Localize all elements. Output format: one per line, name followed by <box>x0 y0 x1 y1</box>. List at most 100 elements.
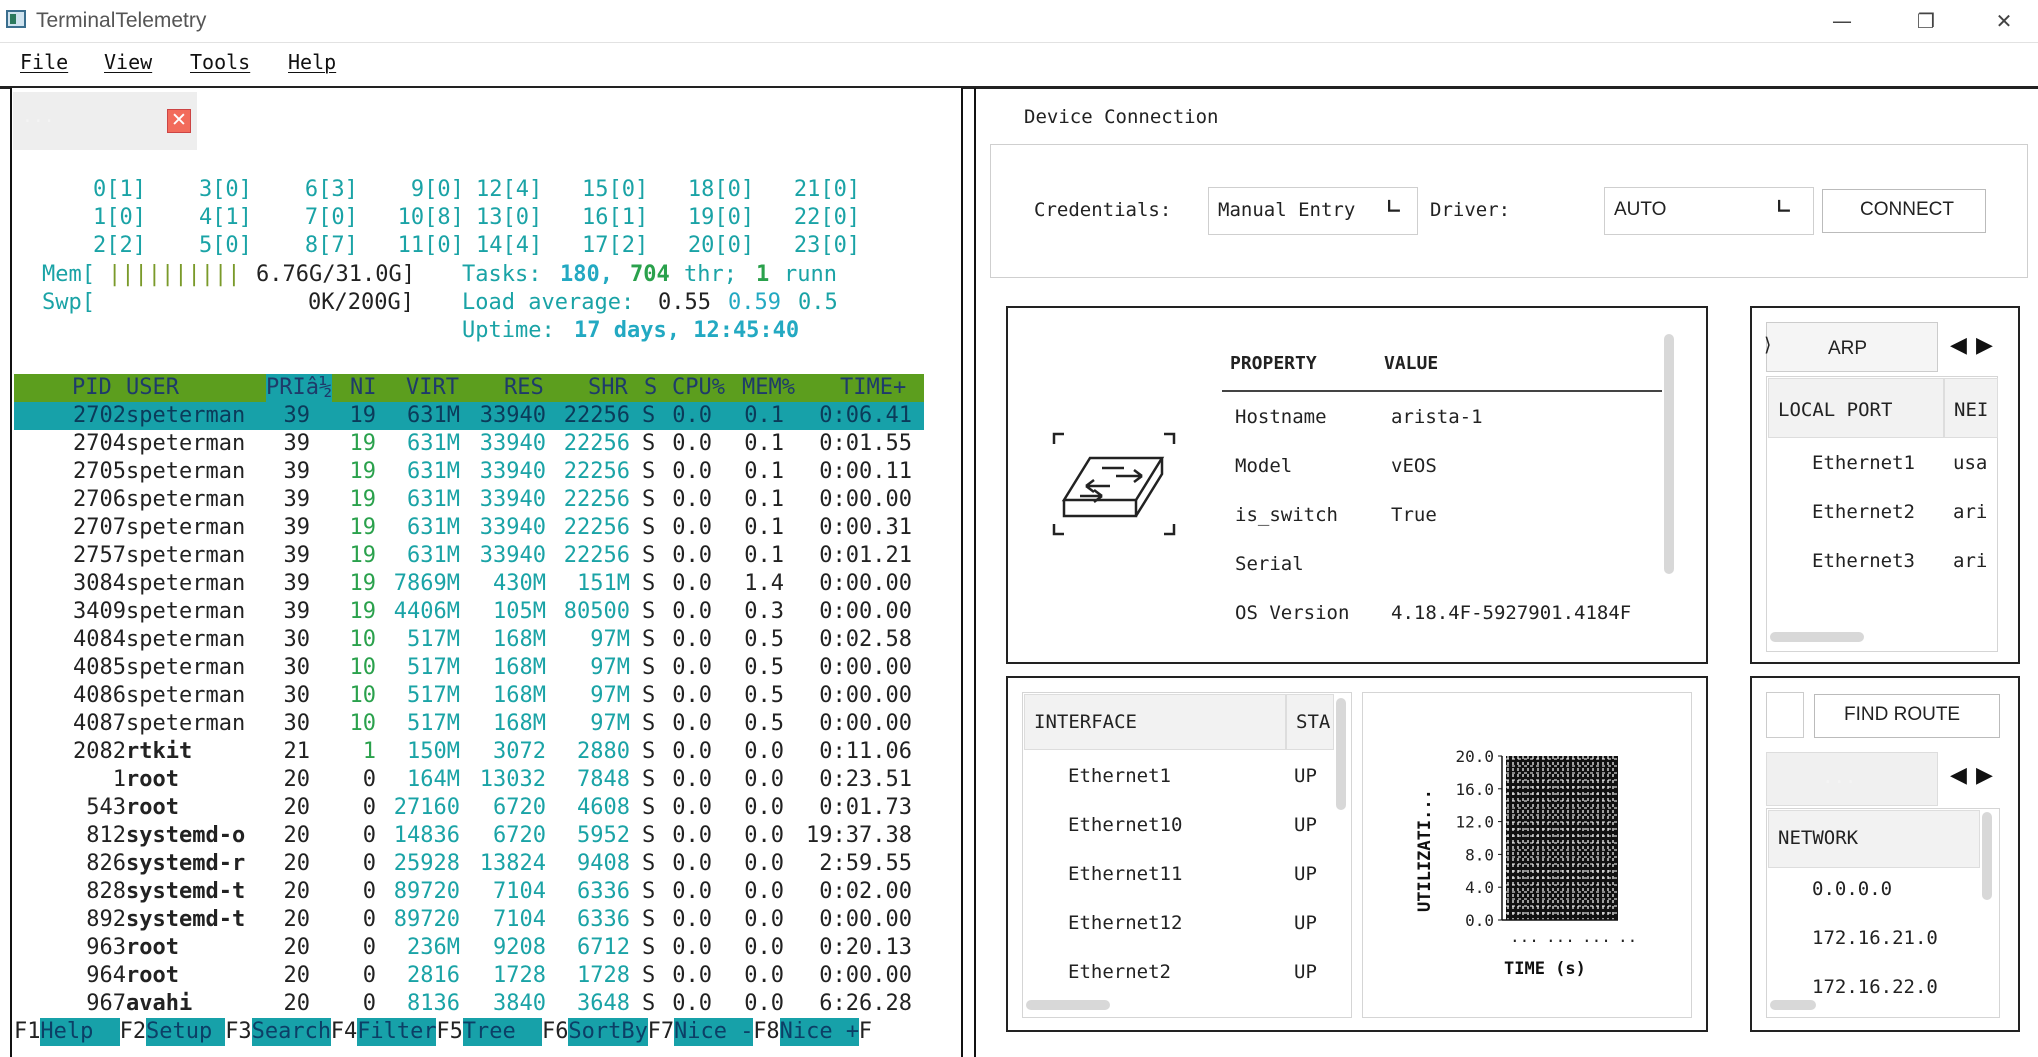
arp-local-port[interactable]: Ethernet1 <box>1812 452 1915 474</box>
table-cell: 19 <box>349 515 377 540</box>
route-network[interactable]: 172.16.22.0 <box>1812 976 1938 998</box>
interface-name[interactable]: Ethernet12 <box>1068 912 1182 934</box>
menu-view[interactable]: View <box>104 50 152 74</box>
table-cell: 963 <box>86 935 126 960</box>
table-cell: 0.5 <box>744 627 784 652</box>
col-user[interactable]: USER <box>126 374 179 402</box>
iface-scrollbar-h[interactable] <box>1026 1000 1110 1010</box>
interface-status: UP <box>1294 863 1317 885</box>
tasks-value: 180, <box>560 262 613 287</box>
fkey-label[interactable]: Search <box>251 1018 331 1046</box>
arrow-right-icon[interactable]: ▶ <box>1976 333 1993 358</box>
fkey-label[interactable]: SortBy <box>568 1018 648 1046</box>
table-row[interactable]: 964 root 20 0 2816 1728 1728 S 0.0 0.0 0:00.00 <box>14 962 924 990</box>
fkey-f3[interactable]: F3 <box>225 1018 252 1046</box>
table-row[interactable]: 2757 speterman 39 19 631M 33940 22256 S 0.0 0.1 0:… <box>14 542 924 570</box>
col-virt[interactable]: VIRT <box>406 374 459 402</box>
table-cell: 0.0 <box>672 599 712 624</box>
arp-neighbor[interactable]: ari <box>1953 501 1997 523</box>
table-cell: systemd-t <box>126 907 246 932</box>
table-row[interactable]: 2082 rtkit 21 1 150M 3072 2880 S 0.0 0.0 0:11.06 <box>14 738 924 766</box>
fkey-f5[interactable]: F5 <box>436 1018 463 1046</box>
minimize-button[interactable]: — <box>1812 4 1872 38</box>
arrow-left-icon[interactable]: ◀ <box>1950 763 1967 788</box>
table-row[interactable]: 4087 speterman 30 10 517M 168M 97M S 0.0 0.5 0:00.… <box>14 710 924 738</box>
table-row[interactable]: 3409 speterman 39 19 4406M 105M 80500 S 0.0 0.3 0:… <box>14 598 924 626</box>
arp-scrollbar[interactable] <box>1770 632 1864 642</box>
table-row[interactable]: 2702 speterman 39 19 631M 33940 22256 S 0.0 0.1 0:… <box>14 402 924 430</box>
col-res[interactable]: RES <box>504 374 544 402</box>
table-cell: 0.0 <box>744 823 784 848</box>
arrow-right-icon[interactable]: ▶ <box>1976 763 1993 788</box>
table-row[interactable]: 967 avahi 20 0 8136 3840 3648 S 0.0 0.0 6:26.28 <box>14 990 924 1018</box>
table-cell: 89720 <box>393 879 460 904</box>
fkey-f6[interactable]: F6 <box>542 1018 569 1046</box>
table-cell: 631M <box>407 403 460 428</box>
arp-neighbor[interactable]: usa <box>1953 452 1997 474</box>
col-pri[interactable]: PRIâ½ <box>266 374 333 402</box>
close-window-button[interactable]: ✕ <box>1974 4 2034 38</box>
properties-scrollbar[interactable] <box>1664 334 1674 574</box>
interface-name[interactable]: Ethernet10 <box>1068 814 1182 836</box>
iface-scrollbar-v[interactable] <box>1336 698 1346 810</box>
table-row[interactable]: 2705 speterman 39 19 631M 33940 22256 S 0.0 0.1 0:… <box>14 458 924 486</box>
interface-name[interactable]: Ethernet11 <box>1068 863 1182 885</box>
route-network[interactable]: 172.16.21.0 <box>1812 927 1938 949</box>
fkey-f7[interactable]: F7 <box>648 1018 675 1046</box>
arp-local-port[interactable]: Ethernet2 <box>1812 501 1915 523</box>
fkey-f1[interactable]: F1 <box>14 1018 41 1046</box>
fkey-f4[interactable]: F4 <box>331 1018 358 1046</box>
fkey-label[interactable]: Help <box>40 1018 120 1046</box>
fkey-label[interactable]: Nice + <box>779 1018 859 1046</box>
table-row[interactable]: 2707 speterman 39 19 631M 33940 22256 S 0.0 0.1 0:… <box>14 514 924 542</box>
col-ni[interactable]: NI <box>350 374 377 402</box>
route-input[interactable] <box>1766 692 1804 738</box>
table-row[interactable]: 892 systemd-t 20 0 89720 7104 6336 S 0.0 0.0 0:00.… <box>14 906 924 934</box>
table-row[interactable]: 3084 speterman 39 19 7869M 430M 151M S 0.0 1.4 0:0… <box>14 570 924 598</box>
table-row[interactable]: 4085 speterman 30 10 517M 168M 97M S 0.0 0.5 0:00.… <box>14 654 924 682</box>
fkey-f2[interactable]: F2 <box>120 1018 147 1046</box>
fkey-label[interactable]: Nice - <box>674 1018 753 1046</box>
table-row[interactable]: 2706 speterman 39 19 631M 33940 22256 S 0.0 0.1 0:… <box>14 486 924 514</box>
table-row[interactable]: 812 systemd-o 20 0 14836 6720 5952 S 0.0 0.0 19:37… <box>14 822 924 850</box>
table-row[interactable]: 4086 speterman 30 10 517M 168M 97M S 0.0 0.5 0:00.… <box>14 682 924 710</box>
col-shr[interactable]: SHR <box>588 374 628 402</box>
menu-file[interactable]: File <box>20 50 68 74</box>
credentials-value: Manual Entry <box>1218 199 1356 221</box>
table-row[interactable]: 826 systemd-r 20 0 25928 13824 9408 S 0.0 0.0 2:59… <box>14 850 924 878</box>
close-tab-icon[interactable]: ✕ <box>167 109 191 133</box>
table-cell: 0:00.00 <box>819 683 912 708</box>
arrow-left-icon[interactable]: ◀ <box>1950 333 1967 358</box>
fkey-f8[interactable]: F8 <box>753 1018 780 1046</box>
table-cell: 6336 <box>577 907 630 932</box>
mem-value: 6.76G/31.0G] <box>256 262 415 287</box>
table-row[interactable]: 828 systemd-t 20 0 89720 7104 6336 S 0.0 0.0 0:02.… <box>14 878 924 906</box>
fkey-label[interactable]: Setup <box>146 1018 226 1046</box>
table-row[interactable]: 963 root 20 0 236M 9208 6712 S 0.0 0.0 0:20.13 <box>14 934 924 962</box>
interface-name[interactable]: Ethernet1 <box>1068 765 1171 787</box>
fkey-label[interactable]: Tree <box>462 1018 542 1046</box>
col-cpu[interactable]: CPU% <box>672 374 725 402</box>
col-mem[interactable]: MEM% <box>742 374 795 402</box>
col-pid[interactable]: PID <box>72 374 112 402</box>
table-cell: 0.0 <box>744 879 784 904</box>
table-cell: 20 <box>283 991 311 1016</box>
fkey-label[interactable]: Filter <box>357 1018 437 1046</box>
route-scrollbar-v[interactable] <box>1982 812 1992 900</box>
table-cell: 1728 <box>493 963 546 988</box>
col-time[interactable]: TIME+ <box>840 374 906 402</box>
maximize-button[interactable]: ❐ <box>1896 4 1956 38</box>
table-row[interactable]: 543 root 20 0 27160 6720 4608 S 0.0 0.0 0:01.73 <box>14 794 924 822</box>
table-row[interactable]: 1 root 20 0 164M 13032 7848 S 0.0 0.0 0:23.51 <box>14 766 924 794</box>
route-scrollbar-h[interactable] <box>1770 1000 1816 1010</box>
arp-local-port[interactable]: Ethernet3 <box>1812 550 1915 572</box>
fkey-f[interactable]: F <box>859 1018 872 1046</box>
col-state[interactable]: S <box>644 374 657 402</box>
table-row[interactable]: 2704 speterman 39 19 631M 33940 22256 S 0.0 0.1 0:… <box>14 430 924 458</box>
route-network[interactable]: 0.0.0.0 <box>1812 878 1892 900</box>
interface-name[interactable]: Ethernet2 <box>1068 961 1171 983</box>
arp-neighbor[interactable]: ari <box>1953 550 1997 572</box>
menu-tools[interactable]: Tools <box>190 50 250 74</box>
table-row[interactable]: 4084 speterman 30 10 517M 168M 97M S 0.0 0.5 0:02.… <box>14 626 924 654</box>
menu-help[interactable]: Help <box>288 50 336 74</box>
